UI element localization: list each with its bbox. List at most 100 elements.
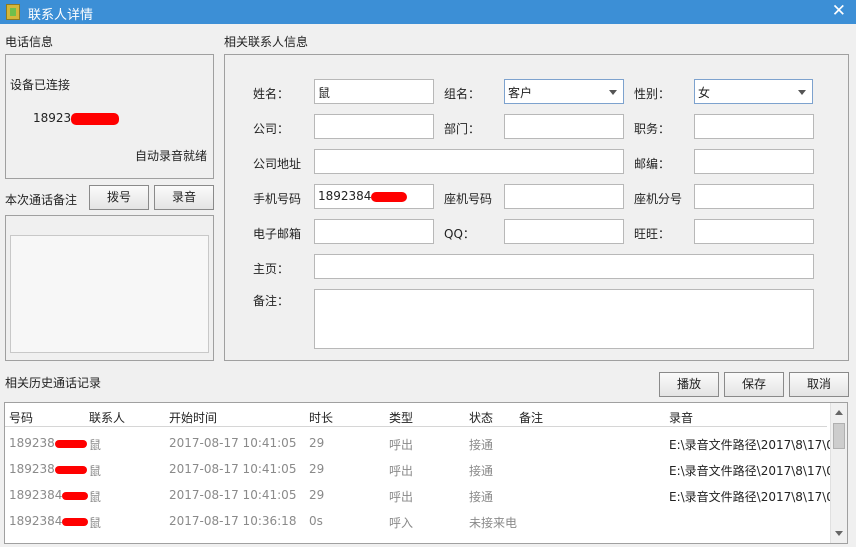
landline-field[interactable] bbox=[504, 184, 624, 209]
mobile-value: 1892384 bbox=[318, 189, 372, 203]
row-number: 1892384 bbox=[9, 514, 89, 528]
scroll-up-icon[interactable] bbox=[835, 410, 843, 415]
column-header[interactable]: 备注 bbox=[519, 409, 543, 426]
row-duration: 29 bbox=[309, 488, 325, 502]
call-history-table: 号码 联系人 开始时间 时长 类型 状态 备注 录音 189238 鼠 2017… bbox=[4, 402, 848, 544]
contacts-book-icon bbox=[6, 4, 20, 20]
dial-button[interactable]: 拨号 bbox=[89, 185, 149, 210]
row-recording-path: E:\录音文件路径\2017\8\17\0 bbox=[669, 464, 834, 478]
redaction-mark bbox=[71, 112, 120, 125]
chevron-down-icon bbox=[609, 90, 617, 95]
device-status: 设备已连接 bbox=[10, 78, 71, 92]
phone-number: 18923 bbox=[33, 111, 120, 125]
qq-field[interactable] bbox=[504, 219, 624, 244]
company-label: 公司： bbox=[253, 122, 290, 136]
table-row[interactable]: 189238 鼠 2017-08-17 10:41:05 29 呼出 接通 E:… bbox=[5, 455, 834, 481]
play-button[interactable]: 播放 bbox=[659, 372, 719, 397]
remark-label: 备注： bbox=[253, 294, 290, 308]
remark-textarea[interactable] bbox=[314, 289, 814, 349]
row-status: 未接来电 bbox=[469, 516, 518, 530]
row-start-time: 2017-08-17 10:36:18 bbox=[169, 514, 297, 528]
cancel-button[interactable]: 取消 bbox=[789, 372, 849, 397]
close-icon[interactable]: ✕ bbox=[832, 1, 846, 21]
row-type: 呼出 bbox=[389, 438, 414, 452]
auto-record-status: 自动录音就绪 bbox=[134, 149, 207, 163]
phone-info-heading: 电话信息 bbox=[5, 35, 54, 49]
row-contact: 鼠 bbox=[89, 464, 102, 478]
redaction-mark bbox=[62, 517, 89, 526]
gender-select-value: 女 bbox=[698, 86, 711, 100]
email-field[interactable] bbox=[314, 219, 434, 244]
call-notes-heading: 本次通话备注 bbox=[5, 193, 78, 207]
column-header[interactable]: 录音 bbox=[669, 409, 693, 426]
row-status: 接通 bbox=[469, 490, 494, 504]
wangwang-label: 旺旺： bbox=[634, 227, 671, 241]
department-label: 部门： bbox=[444, 122, 481, 136]
contact-info-heading: 相关联系人信息 bbox=[224, 35, 309, 49]
row-contact: 鼠 bbox=[89, 516, 102, 530]
gender-select[interactable]: 女 bbox=[694, 79, 813, 104]
row-status: 接通 bbox=[469, 464, 494, 478]
redaction-mark bbox=[371, 191, 408, 202]
column-header[interactable]: 时长 bbox=[309, 409, 333, 426]
extension-label: 座机分号 bbox=[634, 192, 683, 206]
column-header[interactable]: 联系人 bbox=[89, 409, 125, 426]
chevron-down-icon bbox=[798, 90, 806, 95]
gender-label: 性别： bbox=[634, 87, 671, 101]
call-notes-panel bbox=[5, 215, 214, 361]
group-label: 组名： bbox=[444, 87, 481, 101]
row-start-time: 2017-08-17 10:41:05 bbox=[169, 488, 297, 502]
save-button[interactable]: 保存 bbox=[724, 372, 784, 397]
table-row[interactable]: 1892384 鼠 2017-08-17 10:36:18 0s 呼入 未接来电 bbox=[5, 507, 827, 533]
row-duration: 29 bbox=[309, 436, 325, 450]
email-label: 电子邮箱 bbox=[253, 227, 302, 241]
redaction-mark bbox=[54, 439, 87, 448]
phone-info-panel: 设备已连接 18923 自动录音就绪 bbox=[5, 54, 214, 179]
group-select[interactable]: 客户 bbox=[504, 79, 624, 104]
homepage-label: 主页： bbox=[253, 262, 290, 276]
row-recording-path: E:\录音文件路径\2017\8\17\0 bbox=[669, 438, 834, 452]
row-status: 接通 bbox=[469, 438, 494, 452]
row-contact: 鼠 bbox=[89, 490, 102, 504]
table-row[interactable]: 189238 鼠 2017-08-17 10:41:05 29 呼出 接通 E:… bbox=[5, 429, 834, 455]
redaction-mark bbox=[54, 465, 87, 474]
row-type: 呼出 bbox=[389, 490, 414, 504]
scroll-thumb[interactable] bbox=[833, 423, 845, 449]
redaction-mark bbox=[62, 491, 89, 500]
row-contact: 鼠 bbox=[89, 438, 102, 452]
mobile-field[interactable]: 1892384 bbox=[314, 184, 434, 209]
column-header[interactable]: 号码 bbox=[9, 409, 33, 426]
department-field[interactable] bbox=[504, 114, 624, 139]
table-row[interactable]: 1892384 鼠 2017-08-17 10:41:05 29 呼出 接通 E… bbox=[5, 481, 834, 507]
postcode-label: 邮编： bbox=[634, 157, 671, 171]
address-field[interactable] bbox=[314, 149, 624, 174]
row-number: 1892384 bbox=[9, 488, 89, 502]
column-header[interactable]: 类型 bbox=[389, 409, 413, 426]
column-header[interactable]: 开始时间 bbox=[169, 409, 217, 426]
company-field[interactable] bbox=[314, 114, 434, 139]
position-field[interactable] bbox=[694, 114, 814, 139]
column-header[interactable]: 状态 bbox=[469, 409, 493, 426]
call-notes-textarea[interactable] bbox=[10, 235, 209, 353]
row-recording-path: E:\录音文件路径\2017\8\17\0 bbox=[669, 490, 834, 504]
name-field[interactable]: 鼠 bbox=[314, 79, 434, 104]
group-select-value: 客户 bbox=[508, 86, 533, 100]
window-title: 联系人详情 bbox=[28, 8, 94, 23]
mobile-label: 手机号码 bbox=[253, 192, 302, 206]
extension-field[interactable] bbox=[694, 184, 814, 209]
vertical-scrollbar[interactable] bbox=[830, 403, 847, 543]
qq-label: QQ： bbox=[444, 227, 475, 241]
homepage-field[interactable] bbox=[314, 254, 814, 279]
postcode-field[interactable] bbox=[694, 149, 814, 174]
row-duration: 29 bbox=[309, 462, 325, 476]
wangwang-field[interactable] bbox=[694, 219, 814, 244]
record-button[interactable]: 录音 bbox=[154, 185, 214, 210]
row-type: 呼出 bbox=[389, 464, 414, 478]
scroll-down-icon[interactable] bbox=[835, 531, 843, 536]
title-bar: 联系人详情 ✕ bbox=[0, 0, 856, 24]
name-label: 姓名： bbox=[253, 87, 290, 101]
row-start-time: 2017-08-17 10:41:05 bbox=[169, 462, 297, 476]
table-header: 号码 联系人 开始时间 时长 类型 状态 备注 录音 bbox=[5, 403, 827, 427]
row-type: 呼入 bbox=[389, 516, 414, 530]
history-heading: 相关历史通话记录 bbox=[5, 376, 102, 390]
